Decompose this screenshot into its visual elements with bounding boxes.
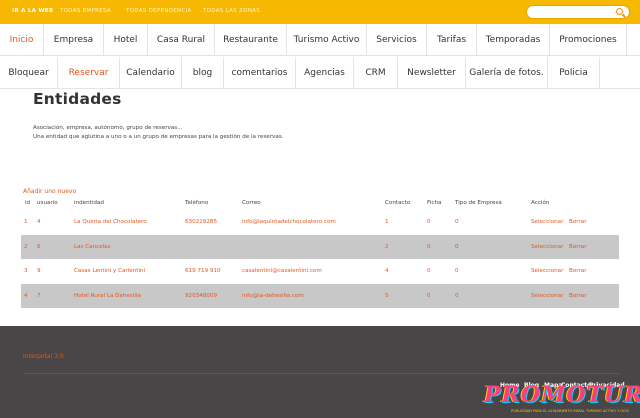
col-header-correo: Correo: [242, 200, 261, 206]
nav-casa-rural[interactable]: Casa Rural: [148, 24, 215, 56]
col-header-id: id: [25, 200, 31, 206]
cell-telefono: 630229285: [185, 219, 218, 225]
cell-identidad[interactable]: Las Cancelas: [74, 244, 111, 250]
cell-ficha[interactable]: 0: [427, 293, 431, 299]
search-input[interactable]: [526, 5, 630, 19]
cell-usuario: 4: [37, 219, 41, 225]
col-header-usuario: usuario: [37, 200, 58, 206]
col-header-identidad: indentidad: [74, 200, 104, 206]
table-row: 1 4 La Quinta del Chocolatero 630229285 …: [21, 210, 619, 234]
cell-ficha[interactable]: 0: [427, 244, 431, 250]
nav-empresa[interactable]: Empresa: [44, 24, 104, 56]
delete-button[interactable]: Borrar: [569, 219, 587, 225]
cell-tipo[interactable]: 0: [455, 244, 459, 250]
secondary-nav: Bloquear Reservar Calendario blog coment…: [0, 57, 640, 89]
cell-id: 2: [24, 244, 28, 250]
go-to-web-link[interactable]: IR A LA WEB: [12, 8, 53, 14]
logo-tagline: PUBLICIDAD PARA EL ALOJAMIENTO RURAL TUR…: [511, 409, 630, 413]
cell-tipo[interactable]: 0: [455, 268, 459, 274]
nav-hotel[interactable]: Hotel: [104, 24, 148, 56]
table-row: 4 7 Hotel Rural La Dehesilla 920348009 i…: [21, 284, 619, 308]
col-header-contacto: Contacto: [385, 200, 411, 206]
nav-policia[interactable]: Policia: [548, 57, 600, 89]
cell-contacto[interactable]: 4: [385, 268, 389, 274]
cell-identidad[interactable]: Hotel Rural La Dehesilla: [74, 293, 141, 299]
search-icon[interactable]: [616, 8, 623, 15]
cell-id: 3: [24, 268, 28, 274]
nav-newsletter[interactable]: Newsletter: [398, 57, 466, 89]
cell-id: 1: [24, 219, 28, 225]
nav-servicios[interactable]: Servicios: [367, 24, 427, 56]
col-header-accion: Acción: [531, 200, 550, 206]
nav-restaurante[interactable]: Restaurante: [215, 24, 287, 56]
select-button[interactable]: Seleccionar: [531, 293, 563, 299]
table-row: 2 6 Las Cancelas 2 0 0 Seleccionar Borra…: [21, 235, 619, 259]
nav-agencias[interactable]: Agencias: [296, 57, 354, 89]
nav-turismo-activo[interactable]: Turismo Activo: [287, 24, 367, 56]
top-bar: IR A LA WEB TODAS EMPRESA TODAS DEPENDEN…: [0, 0, 640, 24]
cell-usuario: 9: [37, 268, 41, 274]
cell-correo[interactable]: info@laquintadelchocolatero.com: [242, 219, 336, 225]
nav-promociones[interactable]: Promociones: [550, 24, 627, 56]
cell-tipo[interactable]: 0: [455, 219, 459, 225]
nav-bloquear[interactable]: Bloquear: [0, 57, 58, 89]
delete-button[interactable]: Borrar: [569, 244, 587, 250]
version-label: Interpotal 3.0: [23, 353, 64, 360]
cell-ficha[interactable]: 0: [427, 219, 431, 225]
cell-telefono: 920348009: [185, 293, 218, 299]
cell-correo[interactable]: casalentini@casalentini.com: [242, 268, 322, 274]
table-row: 3 9 Casas Lentini y Carlentini 619 719 9…: [21, 259, 619, 283]
all-zones-link[interactable]: TODAS LAS ZONAS: [203, 8, 260, 14]
nav-blog[interactable]: blog: [182, 57, 224, 89]
nav-calendario[interactable]: Calendario: [120, 57, 182, 89]
promotur-logo[interactable]: PROMOTUR PUBLICIDAD PARA EL ALOJAMIENTO …: [484, 382, 640, 418]
delete-button[interactable]: Borrar: [569, 293, 587, 299]
cell-tipo[interactable]: 0: [455, 293, 459, 299]
all-dependencies-link[interactable]: TODAS DEPENDENCIA: [126, 8, 192, 14]
main-content: Entidades Asociación, empresa, autónomo,…: [0, 90, 640, 325]
col-header-ficha: Ficha: [427, 200, 442, 206]
cell-contacto[interactable]: 1: [385, 219, 389, 225]
cell-usuario: 6: [37, 244, 41, 250]
select-button[interactable]: Seleccionar: [531, 244, 563, 250]
select-button[interactable]: Seleccionar: [531, 268, 563, 274]
col-header-tipo-empresa: Tipo de Empresa: [455, 200, 502, 206]
footer-divider: [23, 373, 619, 374]
primary-nav: Inicio Empresa Hotel Casa Rural Restaura…: [0, 24, 640, 56]
nav-inicio[interactable]: Inicio: [0, 24, 44, 56]
nav-galeria[interactable]: Galería de fotos.: [466, 57, 548, 89]
nav-reservar[interactable]: Reservar: [58, 57, 120, 89]
nav-tarifas[interactable]: Tarifas: [427, 24, 477, 56]
cell-identidad[interactable]: La Quinta del Chocolatero: [74, 219, 147, 225]
page-description: Asociación, empresa, autónomo, grupo de …: [33, 125, 183, 131]
add-new-link[interactable]: Añadir uno nuevo: [23, 188, 76, 195]
col-header-telefono: Teléfono: [185, 200, 209, 206]
nav-comentarios[interactable]: comentarios: [224, 57, 296, 89]
cell-usuario: 7: [37, 293, 41, 299]
delete-button[interactable]: Borrar: [569, 268, 587, 274]
logo-wordmark: PROMOTUR: [484, 382, 640, 408]
page-description-detail: Una entidad que aglutina a uno o a un gr…: [33, 134, 284, 140]
page-title: Entidades: [33, 90, 122, 108]
cell-contacto[interactable]: 2: [385, 244, 389, 250]
select-button[interactable]: Seleccionar: [531, 219, 563, 225]
cell-ficha[interactable]: 0: [427, 268, 431, 274]
all-companies-link[interactable]: TODAS EMPRESA: [60, 8, 111, 14]
nav-crm[interactable]: CRM: [354, 57, 398, 89]
cell-id: 4: [24, 293, 28, 299]
cell-telefono: 619 719 910: [185, 268, 221, 274]
nav-temporadas[interactable]: Temporadas: [477, 24, 550, 56]
cell-correo[interactable]: info@la-dehesilla.com: [242, 293, 304, 299]
cell-contacto[interactable]: 5: [385, 293, 389, 299]
cell-identidad[interactable]: Casas Lentini y Carlentini: [74, 268, 145, 274]
